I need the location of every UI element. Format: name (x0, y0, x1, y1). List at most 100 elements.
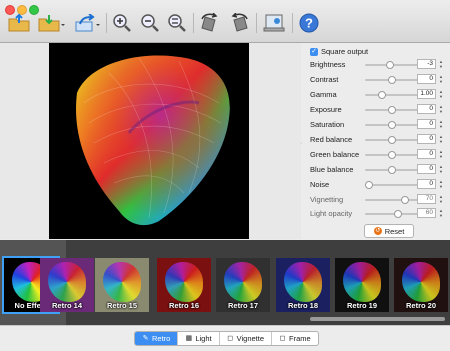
effect-thumb-retro-15[interactable]: Retro 15 (95, 258, 149, 312)
slider-track[interactable] (365, 61, 418, 69)
slider-knob[interactable] (387, 151, 396, 159)
thumb-preview (402, 262, 440, 302)
slider-row-brightness: Brightness -3 ▲ ▼ (310, 59, 448, 71)
thumb-preview (103, 262, 141, 302)
slider-value-field[interactable]: 0 (417, 74, 436, 84)
slider-value-field[interactable]: 0 (417, 149, 436, 159)
slider-knob[interactable] (393, 210, 402, 218)
reset-label: Reset (384, 226, 405, 236)
slider-knob[interactable] (387, 121, 396, 129)
share-icon[interactable] (73, 12, 103, 34)
slider-value-field[interactable]: 0 (417, 134, 436, 144)
tab-retro[interactable]: ✎ Retro (135, 332, 178, 345)
toolbar: ? (0, 0, 450, 43)
effect-thumb-retro-17[interactable]: Retro 17 (216, 258, 270, 312)
slider-value-field[interactable]: 0 (417, 164, 436, 174)
tab-vignette[interactable]: ◻ Vignette (218, 332, 271, 345)
zoom-in-icon[interactable] (111, 12, 133, 34)
slider-knob[interactable] (387, 76, 396, 84)
effect-category-tabs: ✎ Retro ▦ Light ◻ Vignette ◻ Frame (134, 331, 319, 346)
slider-row-exposure: Exposure 0 ▲ ▼ (310, 104, 448, 116)
slider-track[interactable] (365, 210, 418, 218)
slider-value-field[interactable]: 70 (417, 194, 436, 204)
frame-square-icon: ◻ (279, 335, 286, 342)
rotate-left-icon[interactable] (198, 12, 222, 34)
reset-button[interactable]: ↺ Reset (364, 224, 414, 238)
thumb-preview (48, 262, 86, 302)
slider-track[interactable] (365, 151, 418, 159)
tab-light[interactable]: ▦ Light (177, 332, 218, 345)
thumb-label: Retro 16 (168, 301, 199, 310)
thumb-label: Retro 17 (227, 301, 258, 310)
slider-label: Blue balance (310, 165, 354, 174)
filmstrip-scrollbar[interactable] (310, 317, 445, 321)
slider-track[interactable] (365, 136, 418, 144)
slider-value-field[interactable]: 60 (417, 208, 436, 218)
slider-row-contrast: Contrast 0 ▲ ▼ (310, 74, 448, 86)
slider-value-field[interactable]: 0 (417, 179, 436, 189)
reset-icon: ↺ (373, 227, 382, 235)
slider-knob[interactable] (387, 166, 396, 174)
slider-value-field[interactable]: 0 (417, 104, 436, 114)
import-folder-icon[interactable] (37, 12, 67, 34)
slider-track[interactable] (365, 121, 418, 129)
retro-wand-icon: ✎ (142, 335, 149, 342)
stepper-icon[interactable]: ▲ ▼ (438, 104, 444, 114)
stepper-icon[interactable]: ▲ ▼ (438, 179, 444, 189)
slider-label: Light opacity (310, 209, 353, 218)
effect-thumb-retro-19[interactable]: Retro 19 (335, 258, 389, 312)
slider-value-field[interactable]: -3 (417, 59, 436, 69)
svg-text:?: ? (305, 16, 313, 31)
thumb-preview (343, 262, 381, 302)
tab-label: Frame (289, 334, 311, 343)
splitter-handle[interactable]: · (300, 140, 302, 147)
slider-track[interactable] (365, 91, 418, 99)
tab-label: Light (195, 334, 212, 343)
effect-thumb-retro-16[interactable]: Retro 16 (157, 258, 211, 312)
slider-row-light-opacity: Light opacity 60 ▲ ▼ (310, 208, 448, 220)
slider-track[interactable] (365, 196, 418, 204)
stepper-icon[interactable]: ▲ ▼ (438, 164, 444, 174)
slider-value-field[interactable]: 1.00 (417, 89, 436, 99)
thumb-preview (224, 262, 262, 302)
slider-knob[interactable] (365, 181, 374, 189)
stepper-icon[interactable]: ▲ ▼ (438, 119, 444, 129)
slider-knob[interactable] (378, 91, 387, 99)
slider-track[interactable] (365, 106, 418, 114)
stepper-icon[interactable]: ▲ ▼ (438, 74, 444, 84)
thumb-label: Retro 20 (405, 301, 436, 310)
stepper-icon[interactable]: ▲ ▼ (438, 208, 444, 218)
help-icon[interactable]: ? (297, 12, 321, 34)
slider-knob[interactable] (385, 61, 394, 69)
thumb-label: Retro 19 (346, 301, 377, 310)
slider-value-field[interactable]: 0 (417, 119, 436, 129)
effect-thumb-retro-20[interactable]: Retro 20 (394, 258, 448, 312)
light-grid-icon: ▦ (185, 335, 193, 342)
slider-knob[interactable] (387, 136, 396, 144)
zoom-out-icon[interactable] (139, 12, 161, 34)
stepper-icon[interactable]: ▲ ▼ (438, 194, 444, 204)
slider-knob[interactable] (387, 106, 396, 114)
square-output-checkbox[interactable]: ✓ Square output (310, 47, 368, 56)
effect-category-bar: ✎ Retro ▦ Light ◻ Vignette ◻ Frame (0, 325, 450, 351)
stepper-icon[interactable]: ▲ ▼ (438, 134, 444, 144)
effect-thumb-retro-18[interactable]: Retro 18 (276, 258, 330, 312)
open-folder-icon[interactable] (7, 12, 31, 34)
tab-frame[interactable]: ◻ Frame (271, 332, 318, 345)
slider-knob[interactable] (400, 196, 409, 204)
stepper-icon[interactable]: ▲ ▼ (438, 149, 444, 159)
zoom-fit-icon[interactable] (166, 12, 188, 34)
slider-track[interactable] (365, 166, 418, 174)
slider-row-gamma: Gamma 1.00 ▲ ▼ (310, 89, 448, 101)
adjustment-panel: ✓ Square output Brightness -3 ▲ ▼ Contrast 0 ▲… (303, 43, 450, 239)
rotate-right-icon[interactable] (227, 12, 251, 34)
square-output-label: Square output (321, 47, 369, 56)
slider-row-vignetting: Vignetting 70 ▲ ▼ (310, 194, 448, 206)
stepper-icon[interactable]: ▲ ▼ (438, 89, 444, 99)
effect-thumb-retro-14[interactable]: Retro 14 (40, 258, 94, 312)
export-icon[interactable] (262, 12, 286, 34)
slider-track[interactable] (365, 76, 418, 84)
stepper-icon[interactable]: ▲ ▼ (438, 59, 444, 69)
slider-track[interactable] (365, 181, 418, 189)
slider-label: Red balance (310, 135, 353, 144)
